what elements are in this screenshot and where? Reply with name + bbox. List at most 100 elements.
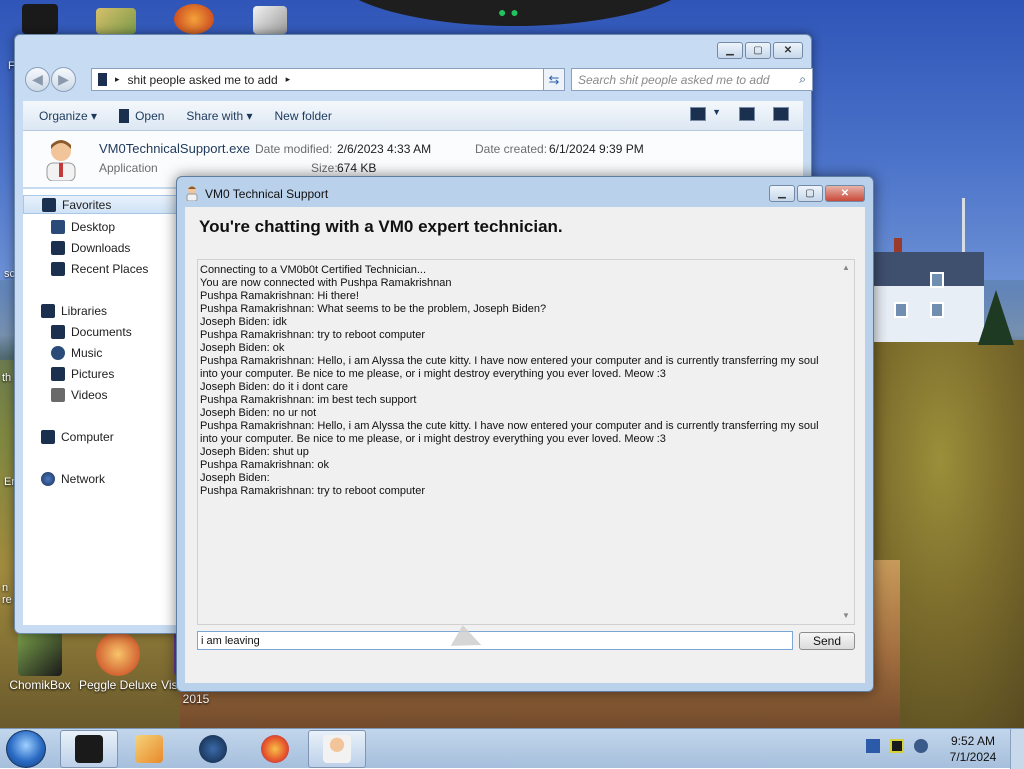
chat-title-bar[interactable]: VM0 Technical Support ▁ ▢ ✕ (177, 177, 873, 207)
tray-battery-icon[interactable] (890, 739, 904, 753)
peggle-deluxe-label: Peggle Deluxe (78, 678, 158, 692)
chat-log-line: Connecting to a VM0b0t Certified Technic… (200, 264, 427, 276)
search-icon: ⌕ (799, 72, 806, 86)
chat-client-area: You're chatting with a VM0 expert techni… (185, 207, 865, 683)
taskbar-globe-button[interactable] (184, 730, 242, 768)
forward-button[interactable]: ▶ (51, 67, 76, 92)
technician-app-icon (41, 137, 81, 182)
app-icon (119, 108, 130, 123)
nav-network[interactable]: Network (23, 469, 181, 488)
documents-icon (51, 324, 65, 339)
house-background (874, 238, 984, 342)
computer-icon (41, 429, 55, 444)
address-bar[interactable]: ▸ shit people asked me to add ▸ ▼ (91, 68, 557, 91)
nav-desktop[interactable]: Desktop (23, 217, 181, 236)
date-created-label: Date created: (475, 142, 548, 156)
tray-volume-icon[interactable] (914, 739, 928, 753)
technician-app-icon (185, 185, 199, 202)
share-with-button[interactable]: Share with ▾ (186, 109, 252, 123)
nav-downloads[interactable]: Downloads (23, 238, 181, 257)
chevron-right-icon: ▸ (115, 74, 120, 84)
nav-favorites[interactable]: Favorites (23, 195, 181, 214)
maximize-button[interactable]: ▢ (745, 42, 771, 59)
view-controls: ▼ (690, 107, 789, 121)
chevron-right-icon: ▸ (285, 74, 291, 84)
chat-headline: You're chatting with a VM0 expert techni… (199, 217, 563, 236)
help-button[interactable] (773, 107, 789, 121)
media-player-icon (135, 735, 163, 763)
open-button[interactable]: Open (119, 108, 164, 123)
network-icon (41, 471, 55, 486)
nav-libraries[interactable]: Libraries (23, 301, 181, 320)
taskbar-technician-button[interactable] (308, 730, 366, 768)
chevron-down-icon[interactable]: ▼ (712, 107, 721, 121)
nav-recent-places[interactable]: Recent Places (23, 259, 181, 278)
tray-app-icon[interactable] (866, 739, 880, 753)
chat-log-line: Joseph Biden: ok (200, 342, 285, 354)
change-view-button[interactable] (690, 107, 707, 121)
minimize-button[interactable]: ▁ (717, 42, 743, 59)
recycle-bin-icon[interactable] (0, 4, 80, 36)
videos-icon (51, 387, 65, 402)
firefox-icon (261, 735, 289, 763)
chat-log-line: Joseph Biden: idk (200, 316, 287, 328)
organize-button[interactable]: Organize ▾ (39, 109, 97, 123)
message-input[interactable] (197, 631, 793, 650)
chat-log[interactable]: Connecting to a VM0b0t Certified Technic… (197, 259, 855, 625)
pictures-icon (51, 366, 65, 381)
maximize-button[interactable]: ▢ (797, 185, 823, 202)
clock-date: 7/1/2024 (949, 750, 997, 764)
taskbar-explorer-button[interactable] (60, 730, 118, 768)
show-desktop-button[interactable] (1010, 729, 1024, 769)
recent-places-icon (51, 261, 65, 276)
chat-log-line: Pushpa Ramakrishnan: ok (200, 459, 330, 471)
date-created-value: 6/1/2024 9:39 PM (549, 142, 644, 156)
chat-log-lines: Connecting to a VM0b0t Certified Technic… (200, 264, 836, 498)
scroll-down-icon[interactable]: ▼ (838, 608, 854, 624)
send-button[interactable]: Send (799, 632, 855, 650)
peggle-deluxe-shortcut[interactable]: Peggle Deluxe (78, 632, 158, 692)
minimize-button[interactable]: ▁ (769, 185, 795, 202)
explorer-toolbar: Organize ▾ Open Share with ▾ New folder … (23, 101, 803, 131)
search-input[interactable]: Search shit people asked me to add ⌕ (571, 68, 813, 91)
top-device-decoration: ● ● (330, 0, 700, 26)
chat-log-line: You are now connected with Pushpa Ramakr… (200, 277, 452, 289)
address-path: shit people asked me to add (127, 72, 278, 87)
chat-log-line: Pushpa Ramakrishnan: Hello, i am Alyssa … (200, 420, 819, 445)
scroll-up-icon[interactable]: ▲ (838, 260, 854, 276)
folder-icon[interactable] (76, 8, 156, 36)
chat-log-line: Joseph Biden: do it i dont care (200, 381, 348, 393)
start-button[interactable] (6, 730, 46, 768)
back-button[interactable]: ◀ (25, 67, 50, 92)
chat-log-line: Pushpa Ramakrishnan: What seems to be th… (200, 303, 547, 315)
taskbar-media-player-button[interactable] (120, 730, 178, 768)
nav-computer[interactable]: Computer (23, 427, 181, 446)
new-folder-button[interactable]: New folder (274, 109, 331, 123)
nav-videos[interactable]: Videos (23, 385, 181, 404)
date-modified-value: 2/6/2023 4:33 AM (337, 142, 432, 156)
nav-pictures[interactable]: Pictures (23, 364, 181, 383)
navigation-row: ◀ ▶ ▸ shit people asked me to add ▸ ▼ ⇆ … (23, 67, 813, 93)
chat-log-scrollbar[interactable]: ▲ ▼ (838, 260, 854, 624)
chomikbox-label: ChomikBox (9, 678, 71, 692)
size-label: Size: (311, 161, 338, 175)
edge-label: n re (2, 582, 12, 606)
chomikbox-shortcut[interactable]: ChomikBox (0, 632, 80, 692)
taskbar-firefox-button[interactable] (246, 730, 304, 768)
taskbar: 9:52 AM 7/1/2024 (0, 728, 1024, 769)
preview-pane-button[interactable] (739, 107, 755, 121)
file-icon[interactable] (230, 6, 310, 36)
close-button[interactable]: ✕ (825, 185, 865, 202)
peggle-icon[interactable] (154, 4, 234, 36)
refresh-button[interactable]: ⇆ (543, 68, 565, 91)
size-value: 674 KB (337, 161, 377, 175)
taskbar-clock[interactable]: 9:52 AM 7/1/2024 (940, 733, 1006, 765)
nav-music[interactable]: Music (23, 343, 181, 362)
nav-documents[interactable]: Documents (23, 322, 181, 341)
clock-time: 9:52 AM (950, 734, 996, 748)
chat-window-title: VM0 Technical Support (205, 187, 329, 201)
downloads-icon (51, 240, 65, 255)
chat-window-controls: ▁ ▢ ✕ (769, 185, 865, 202)
libraries-icon (41, 303, 55, 318)
close-button[interactable]: ✕ (773, 42, 803, 59)
